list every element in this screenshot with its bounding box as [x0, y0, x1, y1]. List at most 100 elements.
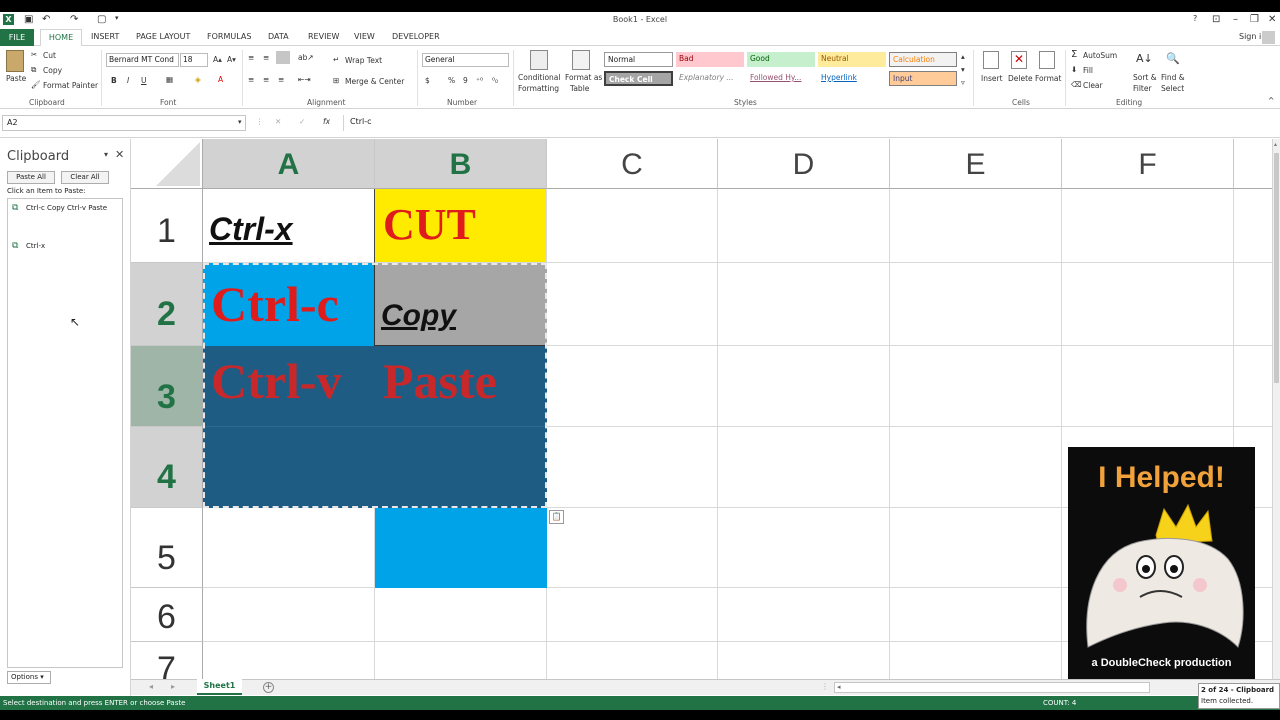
avatar[interactable]: [1262, 31, 1275, 44]
format-painter-icon[interactable]: 🖌: [31, 80, 41, 89]
style-check-cell[interactable]: Check Cell: [604, 71, 673, 86]
pane-options-icon[interactable]: ▾: [104, 150, 108, 159]
currency-button[interactable]: $: [425, 76, 430, 85]
vertical-scrollbar[interactable]: ▴: [1272, 139, 1280, 679]
style-bad[interactable]: Bad: [676, 52, 744, 67]
minimize-icon[interactable]: –: [1233, 14, 1238, 25]
style-calculation[interactable]: Calculation: [889, 52, 957, 67]
sheet-next-icon[interactable]: ▸: [171, 682, 175, 691]
format-cells-icon[interactable]: [1039, 51, 1055, 69]
row-header-1[interactable]: 1: [131, 189, 203, 263]
tab-view[interactable]: VIEW: [354, 32, 375, 41]
underline-button[interactable]: U: [141, 76, 147, 85]
tab-page-layout[interactable]: PAGE LAYOUT: [136, 32, 190, 41]
cell-b5[interactable]: [375, 508, 547, 588]
align-bottom-icon[interactable]: [276, 51, 290, 64]
merge-center-button[interactable]: Merge & Center: [345, 77, 404, 86]
grow-font-icon[interactable]: A▴: [213, 55, 222, 64]
styles-more-icon[interactable]: ▿: [961, 78, 965, 87]
row-header-3[interactable]: 3: [131, 346, 203, 427]
style-input[interactable]: Input: [889, 71, 957, 86]
style-explanatory[interactable]: Explanatory ...: [676, 71, 744, 86]
autosum-icon[interactable]: Σ: [1071, 49, 1077, 60]
cancel-entry-icon[interactable]: ✕: [275, 117, 281, 126]
collapse-ribbon-icon[interactable]: ^: [1268, 96, 1274, 105]
align-left-icon[interactable]: ≡: [248, 75, 254, 84]
indent-icon[interactable]: ⇤⇥: [298, 75, 311, 84]
sheet-prev-icon[interactable]: ◂: [149, 682, 153, 691]
fill-button[interactable]: Fill: [1083, 66, 1093, 75]
row-header-4[interactable]: 4: [131, 427, 203, 508]
row-header-2[interactable]: 2: [131, 263, 203, 346]
clipboard-toast[interactable]: 2 of 24 - Clipboard Item collected.: [1198, 683, 1280, 709]
paste-options-icon[interactable]: 📋: [549, 510, 564, 524]
paste-button[interactable]: Paste: [6, 74, 26, 83]
merge-icon[interactable]: ⊞: [333, 76, 339, 85]
column-header-c[interactable]: C: [547, 139, 718, 189]
scroll-thumb[interactable]: [1274, 153, 1279, 383]
scissors-icon[interactable]: ✂: [31, 50, 37, 59]
style-followed-hyperlink[interactable]: Followed Hy...: [747, 71, 815, 86]
insert-button[interactable]: Insert: [981, 74, 1003, 83]
tab-insert[interactable]: INSERT: [91, 32, 119, 41]
column-header-e[interactable]: E: [890, 139, 1062, 189]
cell-b2[interactable]: Copy: [375, 263, 547, 346]
column-header-a[interactable]: A: [203, 139, 375, 189]
align-right-icon[interactable]: ≡: [278, 75, 284, 84]
styles-scroll-up-icon[interactable]: ▴: [961, 52, 965, 61]
align-center-icon[interactable]: ≡: [263, 75, 269, 84]
percent-button[interactable]: %: [448, 76, 455, 85]
row-header-6[interactable]: 6: [131, 588, 203, 642]
delete-button[interactable]: Delete: [1008, 74, 1033, 83]
formula-input[interactable]: Ctrl-c: [343, 115, 1271, 131]
insert-cells-icon[interactable]: [983, 51, 999, 69]
increase-decimal-icon[interactable]: ⁺⁰: [476, 76, 483, 85]
conditional-formatting-button[interactable]: Conditional: [518, 73, 560, 82]
select-all-corner[interactable]: [131, 139, 203, 189]
style-good[interactable]: Good: [747, 52, 815, 67]
tab-formulas[interactable]: FORMULAS: [207, 32, 251, 41]
enter-entry-icon[interactable]: ✓: [299, 117, 305, 126]
sort-filter-button[interactable]: Sort &: [1133, 73, 1157, 82]
format-as-table-icon[interactable]: [572, 50, 590, 70]
restore-icon[interactable]: ❐: [1250, 14, 1259, 25]
font-color-icon[interactable]: A: [218, 75, 223, 84]
styles-scroll-down-icon[interactable]: ▾: [961, 65, 965, 74]
bold-button[interactable]: B: [111, 76, 117, 85]
italic-button[interactable]: I: [127, 76, 129, 85]
find-select-button[interactable]: Find &: [1161, 73, 1185, 82]
format-button[interactable]: Format: [1035, 74, 1061, 83]
comma-button[interactable]: 9: [463, 76, 468, 85]
column-header-d[interactable]: D: [718, 139, 890, 189]
column-header-b[interactable]: B: [375, 139, 547, 189]
clear-all-button[interactable]: Clear All: [61, 171, 109, 184]
cut-button[interactable]: Cut: [43, 51, 56, 60]
fill-color-icon[interactable]: ◈: [195, 75, 201, 84]
close-pane-icon[interactable]: ✕: [115, 148, 124, 161]
decrease-decimal-icon[interactable]: ⁰₀: [492, 76, 498, 85]
sort-filter-icon[interactable]: A↓: [1136, 52, 1153, 65]
copy-icon[interactable]: ⧉: [31, 65, 36, 75]
row-header-5[interactable]: 5: [131, 508, 203, 588]
column-header-g[interactable]: [1234, 139, 1272, 189]
style-normal[interactable]: Normal: [604, 52, 673, 67]
row-header-7[interactable]: 7: [131, 642, 203, 679]
tab-review[interactable]: REVIEW: [308, 32, 339, 41]
cell-a2[interactable]: Ctrl-c: [203, 263, 375, 346]
tab-developer[interactable]: DEVELOPER: [392, 32, 440, 41]
number-format-select[interactable]: General: [422, 53, 509, 67]
format-as-table-button[interactable]: Format as: [565, 73, 602, 82]
paste-all-button[interactable]: Paste All: [7, 171, 55, 184]
tab-file[interactable]: FILE: [0, 29, 34, 46]
style-hyperlink[interactable]: Hyperlink: [818, 71, 886, 86]
horizontal-scrollbar[interactable]: ◂: [834, 682, 1150, 693]
style-neutral[interactable]: Neutral: [818, 52, 886, 67]
scroll-up-icon[interactable]: ▴: [1274, 141, 1279, 149]
name-box[interactable]: A2: [2, 115, 246, 131]
conditional-formatting-icon[interactable]: [530, 50, 548, 70]
align-middle-icon[interactable]: ≡: [263, 53, 269, 62]
paste-clipboard-icon[interactable]: [6, 50, 24, 72]
wrap-text-button[interactable]: Wrap Text: [345, 56, 382, 65]
borders-icon[interactable]: ▦: [166, 75, 173, 84]
tab-data[interactable]: DATA: [268, 32, 289, 41]
